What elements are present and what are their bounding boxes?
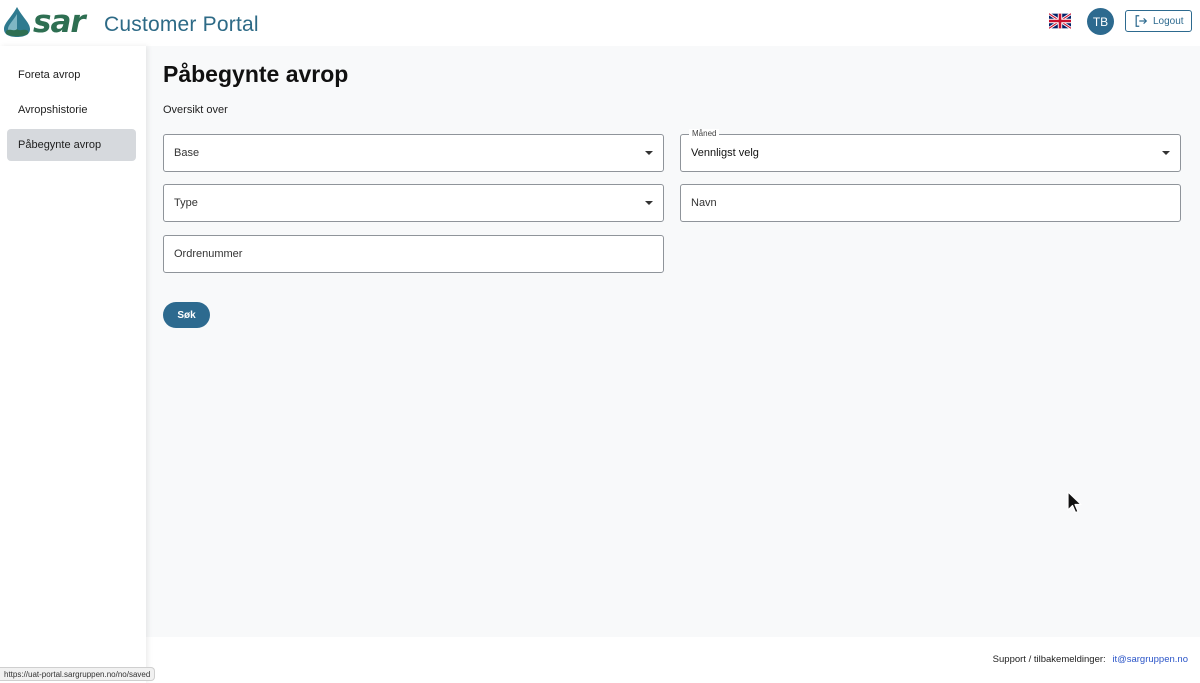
base-select-placeholder: Base bbox=[174, 147, 200, 159]
name-input-placeholder: Navn bbox=[691, 197, 717, 209]
portal-title: Customer Portal bbox=[104, 13, 259, 36]
chevron-down-icon bbox=[645, 201, 653, 205]
page-subtitle: Oversikt over bbox=[163, 104, 228, 116]
mouse-cursor-icon bbox=[1067, 491, 1082, 514]
status-bar-url: https://uat-portal.sargruppen.no/no/save… bbox=[0, 667, 156, 681]
header: sar Customer Portal TB Logout bbox=[0, 0, 1200, 46]
uk-flag-icon[interactable] bbox=[1049, 13, 1071, 29]
user-avatar[interactable]: TB bbox=[1087, 8, 1114, 35]
page-title: Påbegynte avrop bbox=[163, 61, 349, 87]
chevron-down-icon bbox=[1162, 151, 1170, 155]
sidebar-item-foreta-avrop[interactable]: Foreta avrop bbox=[7, 59, 136, 91]
logout-icon bbox=[1135, 15, 1148, 27]
base-select[interactable]: Base bbox=[163, 134, 664, 172]
type-select[interactable]: Type bbox=[163, 184, 664, 222]
sidebar-item-pabegynte-avrop[interactable]: Påbegynte avrop bbox=[7, 129, 136, 161]
sidebar-item-label: Avropshistorie bbox=[18, 104, 88, 116]
footer: Support / tilbakemeldinger: it@sargruppe… bbox=[146, 637, 1200, 683]
order-number-input[interactable]: Ordrenummer bbox=[163, 235, 664, 273]
footer-support-label: Support / tilbakemeldinger: bbox=[992, 654, 1106, 665]
logout-button[interactable]: Logout bbox=[1125, 10, 1192, 32]
order-number-input-placeholder: Ordrenummer bbox=[174, 248, 243, 260]
chevron-down-icon bbox=[645, 151, 653, 155]
logo[interactable]: sar bbox=[2, 4, 86, 40]
name-input[interactable]: Navn bbox=[680, 184, 1181, 222]
month-select-value: Vennligst velg bbox=[691, 147, 759, 159]
support-email-link[interactable]: it@sargruppen.no bbox=[1112, 654, 1188, 665]
sidebar-item-label: Påbegynte avrop bbox=[18, 139, 102, 151]
sidebar-item-label: Foreta avrop bbox=[18, 69, 81, 81]
logout-label: Logout bbox=[1153, 15, 1184, 27]
main-content: Påbegynte avrop Oversikt over Base Måned… bbox=[146, 46, 1200, 637]
footer-support: Support / tilbakemeldinger: it@sargruppe… bbox=[993, 654, 1188, 665]
type-select-placeholder: Type bbox=[174, 197, 198, 209]
water-drop-logo-icon bbox=[4, 7, 30, 37]
sidebar-item-avropshistorie[interactable]: Avropshistorie bbox=[7, 94, 136, 126]
sidebar: Foreta avrop Avropshistorie Påbegynte av… bbox=[0, 46, 146, 683]
month-select-label: Måned bbox=[689, 129, 720, 138]
logo-text: sar bbox=[33, 4, 86, 40]
month-select[interactable]: Måned Vennligst velg bbox=[680, 129, 1181, 172]
search-button[interactable]: Søk bbox=[163, 302, 210, 328]
